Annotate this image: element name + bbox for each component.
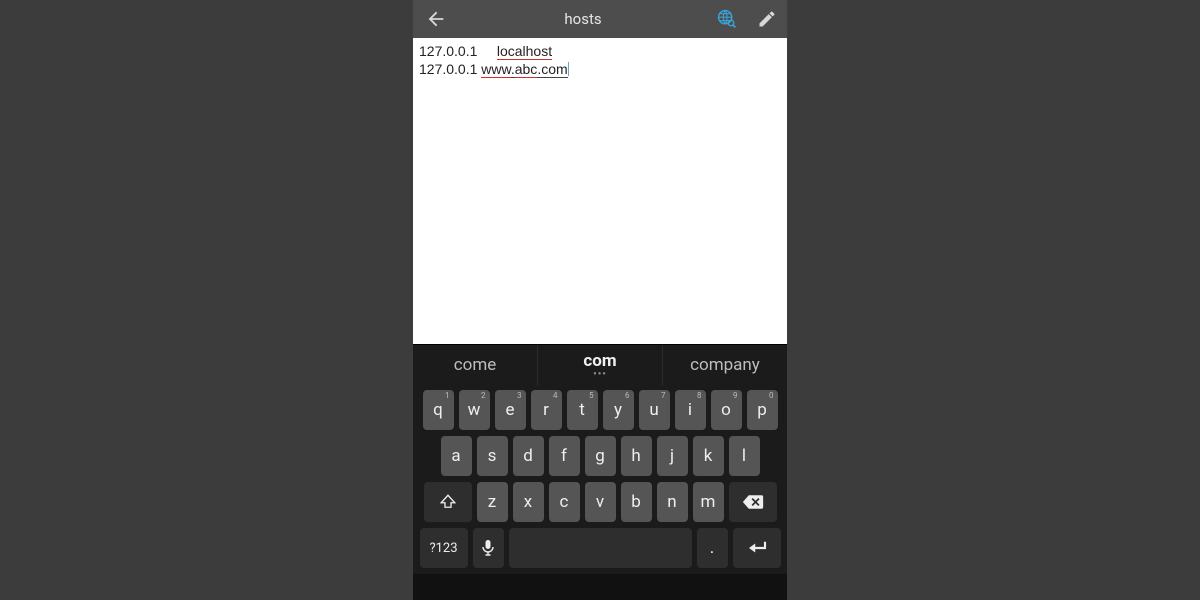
key-f[interactable]: f <box>549 436 580 476</box>
edit-button[interactable] <box>747 0 787 38</box>
period-key[interactable]: . <box>697 528 728 568</box>
key-v[interactable]: v <box>585 482 616 522</box>
app-top-bar: hosts <box>413 0 787 38</box>
key-u[interactable]: u7 <box>639 390 670 430</box>
hostname-text: localhost <box>497 43 552 60</box>
ip-text: 127.0.0.1 <box>419 61 481 77</box>
phone-frame: hosts 127.0.0.1 localhost 127.0.0.1 www.… <box>413 0 787 600</box>
key-e[interactable]: e3 <box>495 390 526 430</box>
voice-key[interactable] <box>473 528 504 568</box>
key-k[interactable]: k <box>693 436 724 476</box>
keyboard-row: ?123 . <box>417 528 783 568</box>
mic-icon <box>481 539 495 557</box>
key-z[interactable]: z <box>477 482 508 522</box>
page-title: hosts <box>459 10 707 28</box>
key-i[interactable]: i8 <box>675 390 706 430</box>
enter-icon <box>746 540 768 556</box>
key-d[interactable]: d <box>513 436 544 476</box>
key-s[interactable]: s <box>477 436 508 476</box>
backspace-key[interactable] <box>729 482 777 522</box>
ip-text: 127.0.0.1 <box>419 43 477 59</box>
soft-keyboard: come com••• company q1w2e3r4t5y6u7i8o9p0… <box>413 344 787 574</box>
key-b[interactable]: b <box>621 482 652 522</box>
keyboard-row: q1w2e3r4t5y6u7i8o9p0 <box>417 390 783 430</box>
keyboard-row: zxcvbnm <box>417 482 783 522</box>
key-m[interactable]: m <box>693 482 724 522</box>
back-button[interactable] <box>413 0 459 38</box>
suggestion-bar: come com••• company <box>413 344 787 385</box>
text-cursor <box>568 62 569 76</box>
suggestion-item[interactable]: com••• <box>538 345 663 385</box>
key-y[interactable]: y6 <box>603 390 634 430</box>
text-editor[interactable]: 127.0.0.1 localhost 127.0.0.1 www.abc.co… <box>413 38 787 344</box>
key-n[interactable]: n <box>657 482 688 522</box>
back-arrow-icon <box>425 8 447 30</box>
shift-key[interactable] <box>424 482 472 522</box>
globe-search-icon <box>716 8 738 30</box>
symbols-key[interactable]: ?123 <box>420 528 468 568</box>
editor-line: 127.0.0.1 localhost <box>419 42 781 60</box>
globe-search-button[interactable] <box>707 0 747 38</box>
key-l[interactable]: l <box>729 436 760 476</box>
suggestion-item[interactable]: company <box>663 345 787 385</box>
keyboard-row: asdfghjkl <box>417 436 783 476</box>
key-g[interactable]: g <box>585 436 616 476</box>
key-x[interactable]: x <box>513 482 544 522</box>
key-c[interactable]: c <box>549 482 580 522</box>
key-p[interactable]: p0 <box>747 390 778 430</box>
enter-key[interactable] <box>733 528 781 568</box>
key-h[interactable]: h <box>621 436 652 476</box>
key-w[interactable]: w2 <box>459 390 490 430</box>
key-j[interactable]: j <box>657 436 688 476</box>
backspace-icon <box>742 494 764 510</box>
key-o[interactable]: o9 <box>711 390 742 430</box>
key-t[interactable]: t5 <box>567 390 598 430</box>
shift-icon <box>439 493 457 511</box>
key-r[interactable]: r4 <box>531 390 562 430</box>
key-a[interactable]: a <box>441 436 472 476</box>
key-q[interactable]: q1 <box>423 390 454 430</box>
space-key[interactable] <box>509 528 692 568</box>
suggestion-item[interactable]: come <box>413 345 538 385</box>
editor-line: 127.0.0.1 www.abc.com <box>419 60 781 78</box>
pencil-icon <box>757 9 777 29</box>
